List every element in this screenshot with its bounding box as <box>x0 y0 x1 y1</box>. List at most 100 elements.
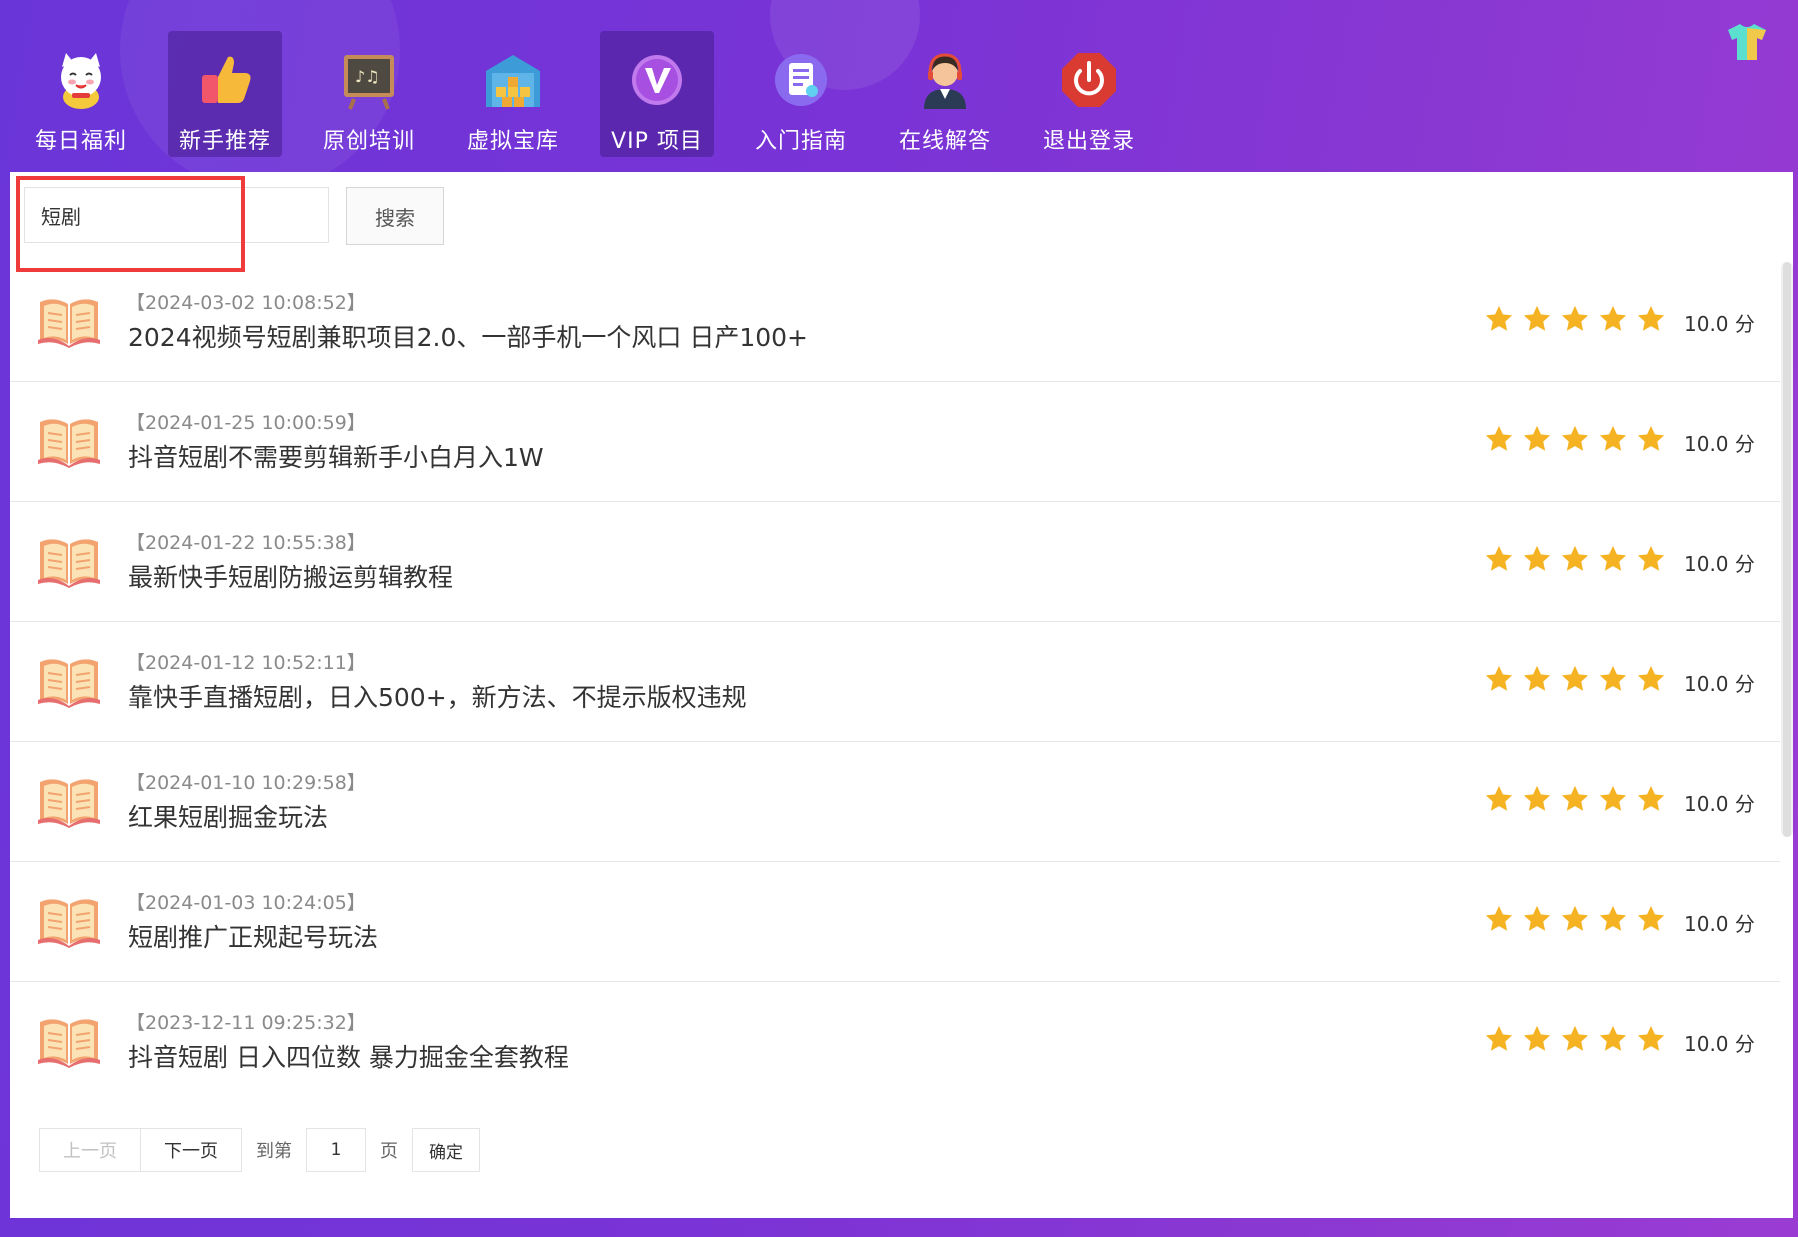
star-icon <box>1599 785 1627 811</box>
guide-document-icon <box>775 54 827 106</box>
star-icon <box>1523 425 1551 451</box>
star-icon <box>1637 1025 1665 1051</box>
rating-stars <box>1484 904 1666 934</box>
star-icon <box>1523 785 1551 811</box>
item-date: 【2024-01-25 10:00:59】 <box>126 412 366 434</box>
nav-item-newbie-recommend[interactable]: 新手推荐 <box>168 31 282 157</box>
confirm-page-button[interactable]: 确定 <box>412 1128 480 1172</box>
star-icon <box>1485 305 1513 331</box>
nav-item-logout[interactable]: 退出登录 <box>1032 31 1146 157</box>
list-item[interactable]: 【2024-01-12 10:52:11】 靠快手直播短剧，日入500+，新方法… <box>10 622 1780 742</box>
prev-page-button[interactable]: 上一页 <box>39 1128 141 1172</box>
item-date: 【2023-12-11 09:25:32】 <box>126 1012 366 1034</box>
rating-stars <box>1484 544 1666 574</box>
item-score: 10.0 分 <box>1684 432 1755 456</box>
thumbs-up-icon <box>202 56 251 103</box>
page-number-input[interactable] <box>306 1128 366 1172</box>
nav-item-beginner-guide[interactable]: 入门指南 <box>744 31 858 157</box>
scrollbar[interactable] <box>1781 262 1793 837</box>
pagination: 上一页 下一页 到第 页 确定 <box>39 1127 480 1173</box>
star-icon <box>1485 425 1513 451</box>
book-icon <box>38 539 100 588</box>
star-icon <box>1561 425 1589 451</box>
item-title[interactable]: 红果短剧掘金玩法 <box>128 798 328 834</box>
list-item[interactable]: 【2024-01-03 10:24:05】 短剧推广正规起号玩法 10.0 分 <box>10 862 1780 982</box>
nav-item-original-training[interactable]: ♪♫ 原创培训 <box>312 31 426 157</box>
book-icon <box>38 659 100 708</box>
nav-item-daily-welfare[interactable]: 每日福利 <box>24 31 138 157</box>
item-title[interactable]: 抖音短剧不需要剪辑新手小白月入1W <box>128 438 544 474</box>
star-icon <box>1637 785 1665 811</box>
lucky-cat-icon <box>61 53 101 109</box>
scrollbar-thumb[interactable] <box>1783 262 1791 837</box>
star-icon <box>1561 305 1589 331</box>
star-icon <box>1599 665 1627 691</box>
item-score: 10.0 分 <box>1684 792 1755 816</box>
item-date: 【2024-01-12 10:52:11】 <box>126 652 366 674</box>
list-item[interactable]: 【2024-01-10 10:29:58】 红果短剧掘金玩法 10.0 分 <box>10 742 1780 862</box>
star-icon <box>1599 425 1627 451</box>
star-icon <box>1485 665 1513 691</box>
item-date: 【2024-01-10 10:29:58】 <box>126 772 366 794</box>
book-icon <box>38 1019 100 1068</box>
item-title[interactable]: 抖音短剧 日入四位数 暴力掘金全套教程 <box>128 1038 569 1074</box>
list-item[interactable]: 【2024-01-22 10:55:38】 最新快手短剧防搬运剪辑教程 10.0… <box>10 502 1780 622</box>
nav-item-online-answers[interactable]: 在线解答 <box>888 31 1002 157</box>
warehouse-icon <box>486 55 540 107</box>
star-icon <box>1485 545 1513 571</box>
star-icon <box>1485 905 1513 931</box>
item-score: 10.0 分 <box>1684 312 1755 336</box>
nav-item-vip-projects[interactable]: VIP 项目 <box>600 31 714 157</box>
nav-item-virtual-treasury[interactable]: 虚拟宝库 <box>456 31 570 157</box>
next-page-button[interactable]: 下一页 <box>141 1128 242 1172</box>
star-icon <box>1599 905 1627 931</box>
search-button[interactable]: 搜索 <box>346 187 444 245</box>
blackboard-icon: ♪♫ <box>344 55 394 110</box>
top-navigation: 每日福利 新手推荐 ♪♫ 原创培训 虚拟宝库 VIP 项目 入门指南 在线解答 … <box>24 31 1176 157</box>
star-icon <box>1485 1025 1513 1051</box>
list-item[interactable]: 【2024-01-25 10:00:59】 抖音短剧不需要剪辑新手小白月入1W … <box>10 382 1780 502</box>
item-title[interactable]: 2024视频号短剧兼职项目2.0、一部手机一个风口 日产100+ <box>128 318 808 354</box>
item-score: 10.0 分 <box>1684 672 1755 696</box>
item-score: 10.0 分 <box>1684 1032 1755 1056</box>
rating-stars <box>1484 664 1666 694</box>
star-icon <box>1523 545 1551 571</box>
star-icon <box>1523 665 1551 691</box>
star-icon <box>1599 305 1627 331</box>
search-input[interactable] <box>24 187 329 243</box>
item-score: 10.0 分 <box>1684 552 1755 576</box>
power-icon <box>1062 53 1116 107</box>
svg-text:♪♫: ♪♫ <box>355 67 380 86</box>
item-date: 【2024-01-22 10:55:38】 <box>126 532 366 554</box>
star-icon <box>1561 665 1589 691</box>
goto-suffix-label: 页 <box>380 1141 398 1162</box>
nav-label: 新手推荐 <box>178 129 271 154</box>
star-icon <box>1523 905 1551 931</box>
star-icon <box>1599 545 1627 571</box>
list-item[interactable]: 【2024-03-02 10:08:52】 2024视频号短剧兼职项目2.0、一… <box>10 262 1780 382</box>
vip-badge-icon <box>632 55 682 105</box>
goto-prefix-label: 到第 <box>256 1141 292 1162</box>
item-date: 【2024-01-03 10:24:05】 <box>126 892 366 914</box>
support-agent-icon <box>924 53 966 109</box>
star-icon <box>1561 905 1589 931</box>
list-item[interactable]: 【2023-12-11 09:25:32】 抖音短剧 日入四位数 暴力掘金全套教… <box>10 982 1780 1102</box>
star-icon <box>1523 305 1551 331</box>
nav-label: VIP 项目 <box>611 129 703 154</box>
content-panel: 搜索 【2024-03-02 10:08:52】 2024视频号短剧兼职项目2.… <box>10 172 1793 1218</box>
theme-skin-icon[interactable] <box>1724 22 1770 62</box>
star-icon <box>1485 785 1513 811</box>
star-icon <box>1637 665 1665 691</box>
nav-label: 退出登录 <box>1042 129 1135 154</box>
nav-label: 虚拟宝库 <box>466 129 559 154</box>
book-icon <box>38 419 100 468</box>
rating-stars <box>1484 784 1666 814</box>
item-title[interactable]: 最新快手短剧防搬运剪辑教程 <box>128 558 453 594</box>
star-icon <box>1637 545 1665 571</box>
item-title[interactable]: 靠快手直播短剧，日入500+，新方法、不提示版权违规 <box>128 678 747 714</box>
item-title[interactable]: 短剧推广正规起号玩法 <box>128 918 378 954</box>
book-icon <box>38 299 100 348</box>
result-list: 【2024-03-02 10:08:52】 2024视频号短剧兼职项目2.0、一… <box>10 262 1780 1102</box>
star-icon <box>1561 785 1589 811</box>
item-date: 【2024-03-02 10:08:52】 <box>126 292 366 314</box>
